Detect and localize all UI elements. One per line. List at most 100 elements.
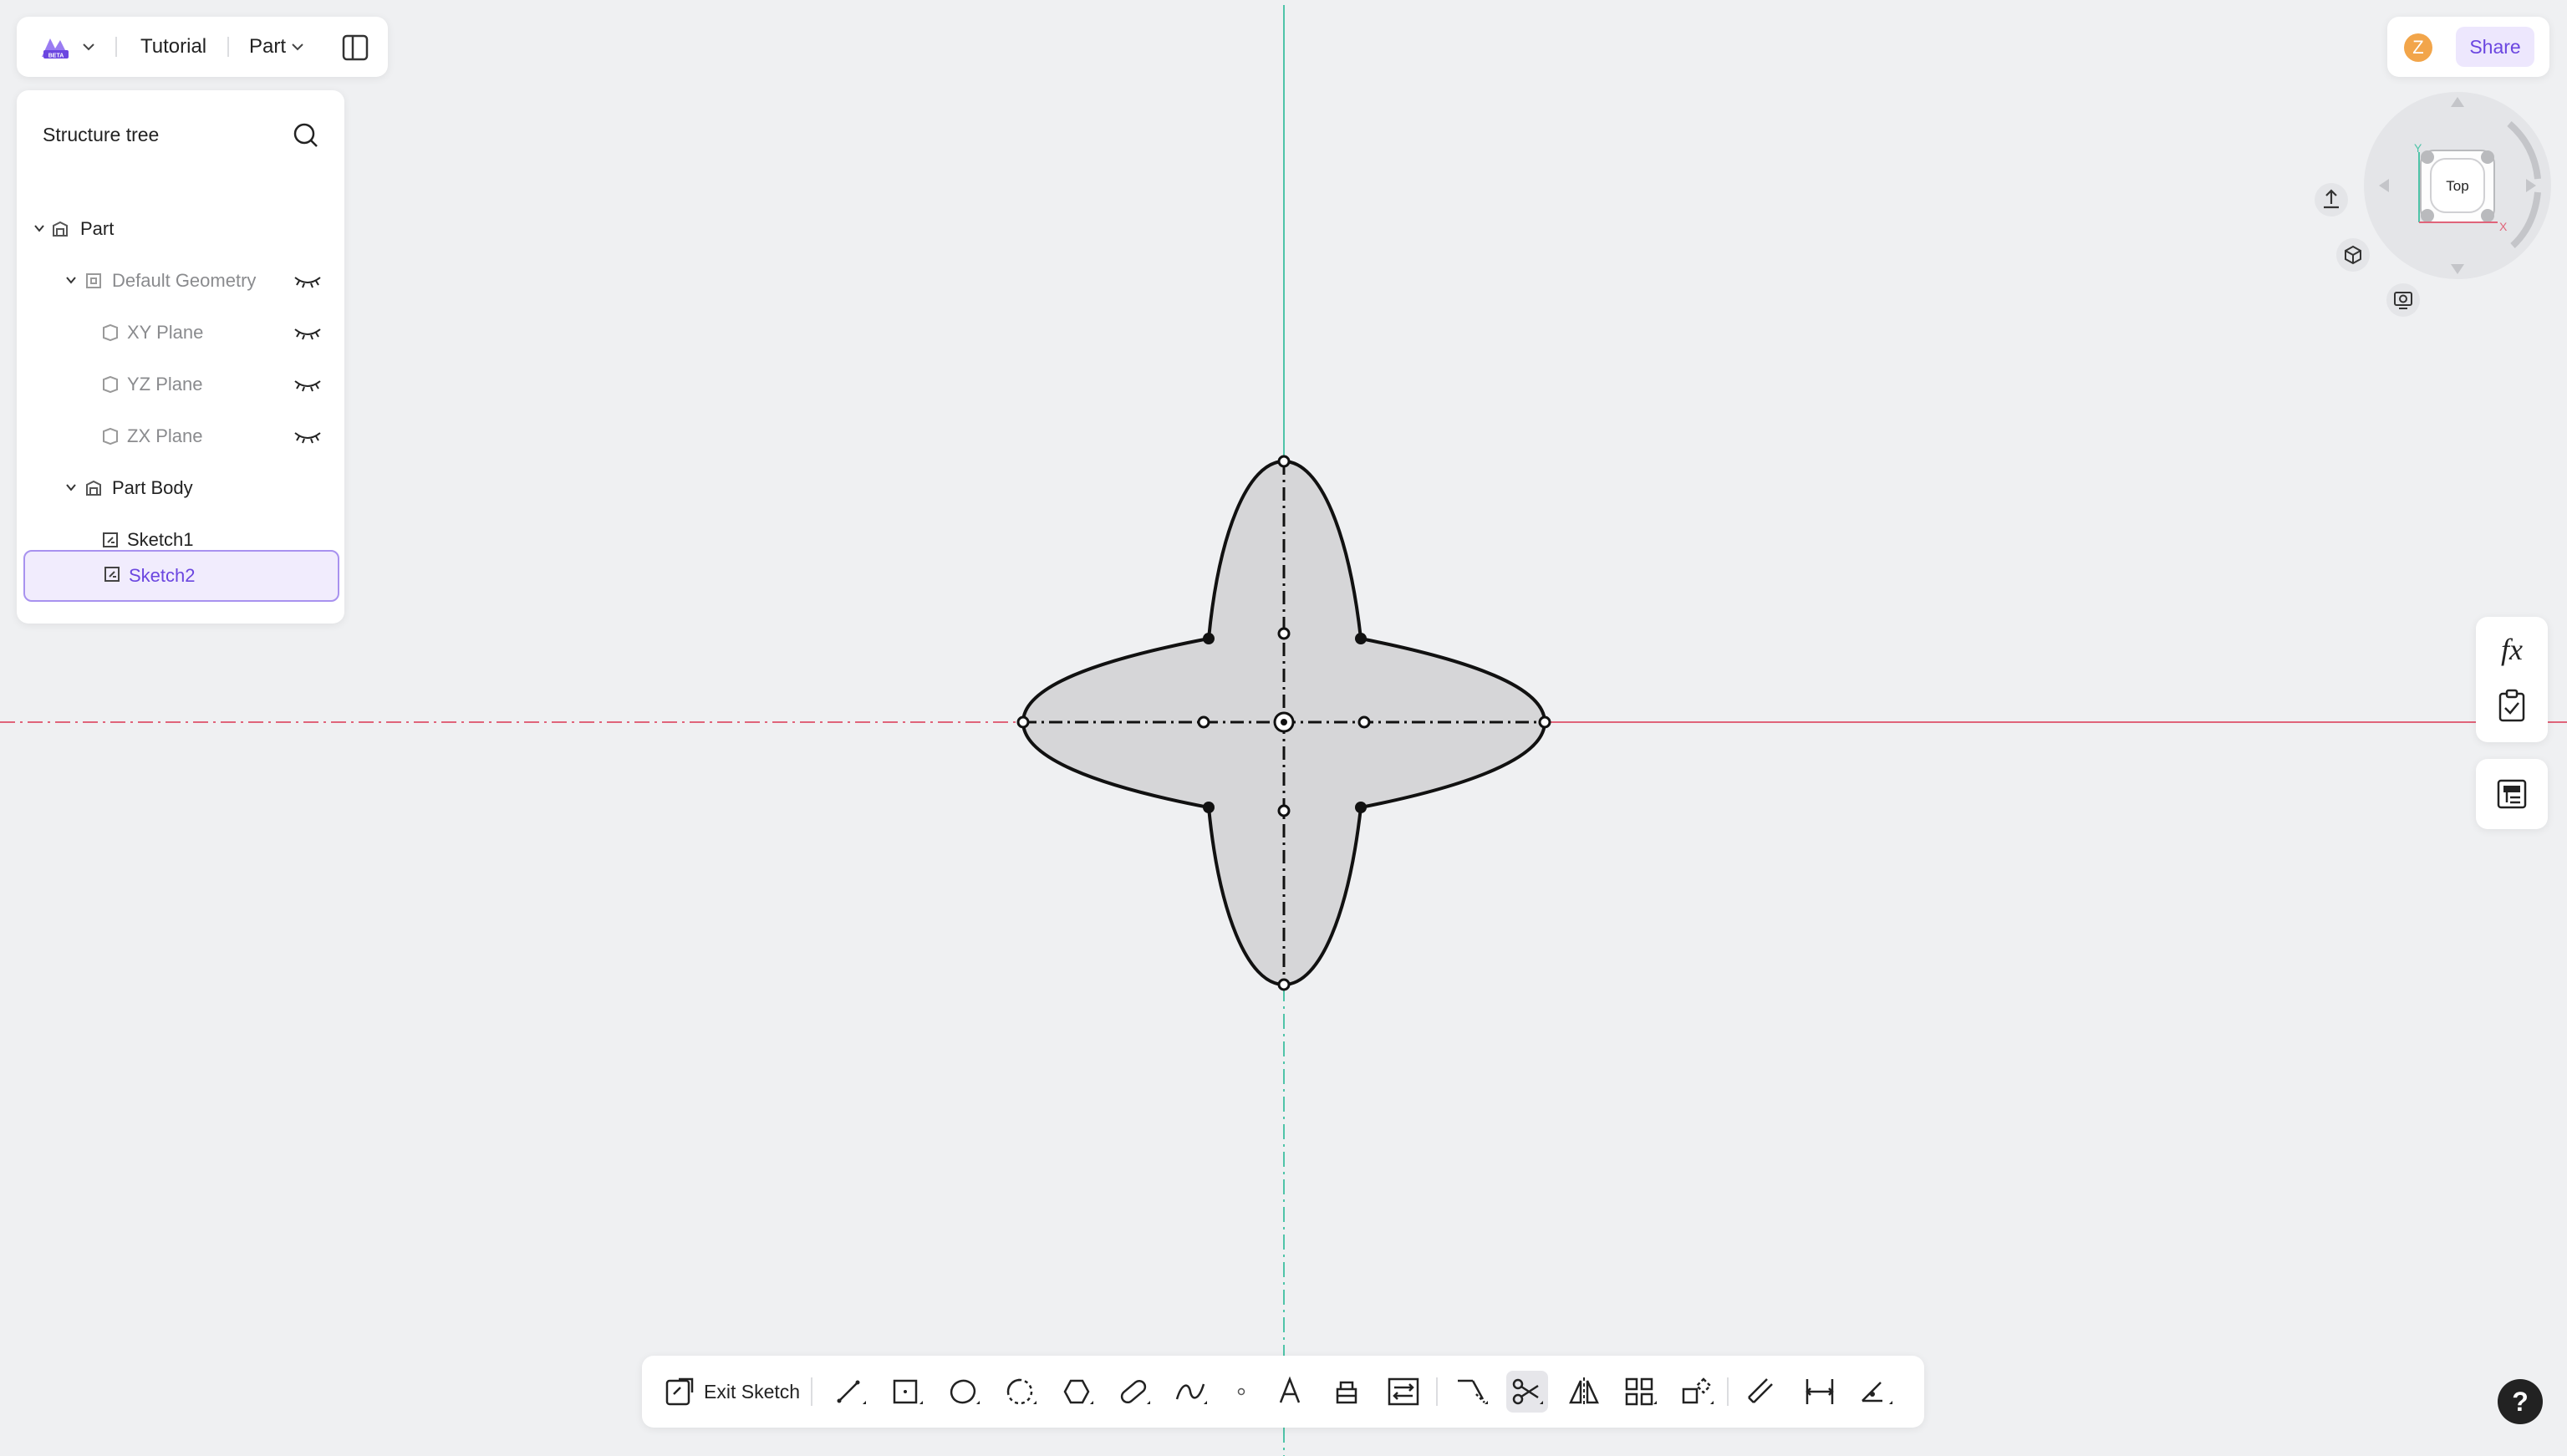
divider bbox=[1436, 1377, 1438, 1406]
tree-item-label: YZ Plane bbox=[127, 374, 203, 395]
structure-tree-panel: Structure tree Part Default Geometry XY … bbox=[17, 90, 344, 624]
plane-icon bbox=[103, 375, 118, 394]
view-cube[interactable]: Top bbox=[2420, 150, 2495, 223]
chevron-down-icon[interactable] bbox=[291, 42, 304, 52]
origin-point[interactable] bbox=[1273, 711, 1295, 733]
point-tool[interactable] bbox=[1220, 1371, 1262, 1413]
function-icon[interactable]: fx bbox=[2476, 632, 2548, 667]
clipboard-check-icon[interactable] bbox=[2496, 689, 2528, 724]
scissors-icon bbox=[1512, 1378, 1543, 1405]
svg-text:BETA: BETA bbox=[48, 53, 64, 59]
trim-tool[interactable] bbox=[1506, 1371, 1548, 1413]
dimension-tool[interactable] bbox=[1799, 1371, 1841, 1413]
tree-item-zx-plane[interactable]: ZX Plane bbox=[17, 420, 344, 453]
arc-icon bbox=[1006, 1378, 1036, 1405]
divider bbox=[115, 37, 117, 57]
mirror-icon bbox=[1569, 1377, 1599, 1406]
tree-item-part[interactable]: Part bbox=[17, 212, 344, 246]
tree-item-label: XY Plane bbox=[127, 322, 204, 343]
offset-icon bbox=[1748, 1378, 1773, 1403]
tree-item-label: Default Geometry bbox=[112, 270, 257, 291]
right-tools-panel: fx bbox=[2476, 617, 2548, 742]
header-bar: BETA Tutorial Part bbox=[17, 17, 388, 77]
polygon-tool[interactable] bbox=[1057, 1371, 1098, 1413]
text-icon bbox=[1279, 1376, 1301, 1403]
point-icon bbox=[1237, 1387, 1245, 1396]
view-display-icon[interactable] bbox=[2386, 283, 2421, 318]
text-tool[interactable] bbox=[1269, 1371, 1311, 1413]
eye-closed-icon[interactable] bbox=[293, 272, 323, 289]
convert-tool[interactable] bbox=[1383, 1371, 1424, 1413]
line-tool[interactable] bbox=[829, 1371, 871, 1413]
sketch-icon bbox=[104, 567, 120, 582]
search-icon[interactable] bbox=[291, 120, 321, 150]
exit-sketch-button[interactable]: Exit Sketch bbox=[664, 1372, 800, 1411]
sketch-canvas[interactable] bbox=[0, 0, 2567, 1456]
dimension-icon bbox=[1806, 1379, 1834, 1404]
tree-item-label: Part Body bbox=[112, 477, 193, 498]
divider bbox=[227, 37, 229, 57]
view-cube-face-label: Top bbox=[2446, 178, 2468, 194]
body-icon bbox=[86, 480, 101, 496]
chevron-down-icon[interactable] bbox=[33, 224, 45, 232]
divider bbox=[1727, 1377, 1729, 1406]
rectangle-tool[interactable] bbox=[886, 1371, 928, 1413]
trim-extend-tool[interactable] bbox=[1451, 1371, 1493, 1413]
circle-icon bbox=[950, 1379, 980, 1404]
chevron-down-icon[interactable] bbox=[82, 42, 95, 52]
pattern-tool[interactable] bbox=[1620, 1371, 1662, 1413]
sketch-icon bbox=[103, 532, 118, 547]
mode-dropdown-label[interactable]: Part bbox=[249, 35, 286, 59]
tree-title: Structure tree bbox=[43, 124, 160, 145]
drawing-sheet-icon[interactable] bbox=[2495, 777, 2529, 811]
tree-item-default-geometry[interactable]: Default Geometry bbox=[17, 264, 344, 298]
panel-toggle-icon[interactable] bbox=[341, 33, 369, 62]
app-logo-icon[interactable]: BETA bbox=[38, 32, 75, 62]
pattern-icon bbox=[1625, 1377, 1657, 1406]
geometry-icon bbox=[86, 273, 101, 288]
project-name[interactable]: Tutorial bbox=[140, 35, 206, 59]
circle-tool[interactable] bbox=[943, 1371, 985, 1413]
share-button[interactable]: Share bbox=[2456, 27, 2534, 67]
x-axis-label: X bbox=[2499, 220, 2508, 233]
spline-tool[interactable] bbox=[1170, 1371, 1212, 1413]
exit-sketch-label: Exit Sketch bbox=[704, 1380, 801, 1403]
project-tool[interactable] bbox=[1326, 1371, 1368, 1413]
tree-item-sketch2[interactable]: Sketch2 bbox=[23, 550, 339, 602]
help-button[interactable]: ? bbox=[2498, 1379, 2543, 1424]
trim-extend-icon bbox=[1458, 1379, 1488, 1404]
eye-closed-icon[interactable] bbox=[293, 324, 323, 341]
offset-tool[interactable] bbox=[1740, 1371, 1782, 1413]
constraint-tool[interactable] bbox=[1856, 1371, 1897, 1413]
tree-item-label: Part bbox=[80, 218, 115, 239]
polygon-icon bbox=[1063, 1379, 1093, 1404]
view-normal-icon[interactable] bbox=[2314, 182, 2349, 217]
convert-icon bbox=[1388, 1377, 1419, 1406]
transform-icon bbox=[1682, 1377, 1714, 1404]
eye-closed-icon[interactable] bbox=[293, 376, 323, 393]
avatar[interactable]: Z bbox=[2404, 33, 2432, 62]
arc-tool[interactable] bbox=[1000, 1371, 1042, 1413]
tree-item-xy-plane[interactable]: XY Plane bbox=[17, 316, 344, 349]
tree-item-yz-plane[interactable]: YZ Plane bbox=[17, 368, 344, 401]
transform-tool[interactable] bbox=[1677, 1371, 1719, 1413]
constraint-icon bbox=[1862, 1382, 1892, 1404]
tree-item-part-body[interactable]: Part Body bbox=[17, 471, 344, 505]
view-isometric-icon[interactable] bbox=[2335, 237, 2371, 272]
rectangle-icon bbox=[893, 1379, 923, 1404]
tree-item-label: Sketch2 bbox=[129, 565, 196, 586]
share-panel: Z Share bbox=[2387, 17, 2549, 77]
chevron-down-icon[interactable] bbox=[65, 276, 77, 284]
spline-icon bbox=[1175, 1383, 1207, 1404]
slot-tool[interactable] bbox=[1113, 1371, 1155, 1413]
plane-icon bbox=[103, 427, 118, 445]
eye-closed-icon[interactable] bbox=[293, 428, 323, 445]
right-tools-panel-2 bbox=[2476, 759, 2548, 829]
exit-sketch-icon bbox=[665, 1377, 694, 1406]
line-icon bbox=[837, 1380, 866, 1404]
tree-item-label: Sketch1 bbox=[127, 529, 194, 550]
y-axis-label: Y bbox=[2414, 141, 2422, 155]
mirror-tool[interactable] bbox=[1563, 1371, 1605, 1413]
chevron-down-icon[interactable] bbox=[65, 483, 77, 491]
divider bbox=[811, 1377, 812, 1406]
